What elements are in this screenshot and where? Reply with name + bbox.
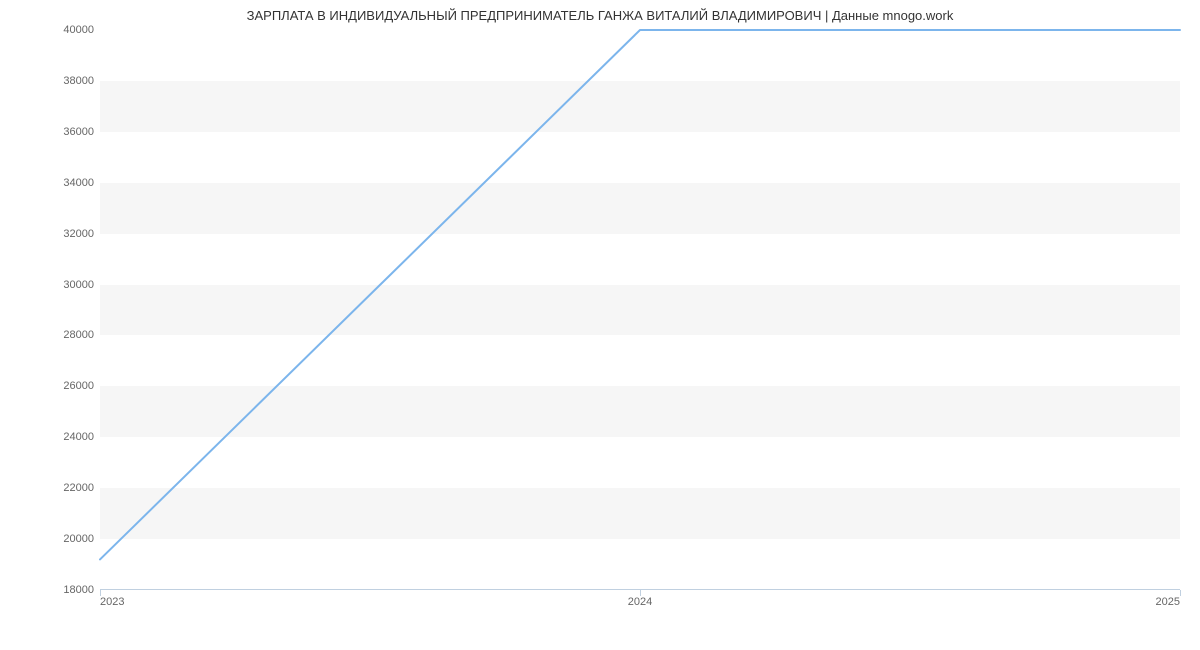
x-tick-label: 2025 [1156, 596, 1180, 608]
x-tick-label: 2023 [100, 596, 124, 608]
y-tick-label: 30000 [34, 279, 94, 291]
x-tick-label: 2024 [628, 596, 652, 608]
y-tick-label: 34000 [34, 177, 94, 189]
y-tick-label: 38000 [34, 75, 94, 87]
y-tick-label: 22000 [34, 482, 94, 494]
y-tick-label: 24000 [34, 431, 94, 443]
y-tick-label: 26000 [34, 380, 94, 392]
salary-chart: ЗАРПЛАТА В ИНДИВИДУАЛЬНЫЙ ПРЕДПРИНИМАТЕЛ… [0, 0, 1200, 650]
plot-area [100, 30, 1180, 590]
y-tick-label: 28000 [34, 329, 94, 341]
chart-title: ЗАРПЛАТА В ИНДИВИДУАЛЬНЫЙ ПРЕДПРИНИМАТЕЛ… [0, 8, 1200, 23]
line-series [100, 30, 1180, 590]
y-tick-label: 32000 [34, 228, 94, 240]
y-tick-label: 18000 [34, 584, 94, 596]
y-tick-label: 20000 [34, 533, 94, 545]
y-tick-label: 40000 [34, 24, 94, 36]
x-tick [1180, 590, 1181, 596]
y-tick-label: 36000 [34, 126, 94, 138]
